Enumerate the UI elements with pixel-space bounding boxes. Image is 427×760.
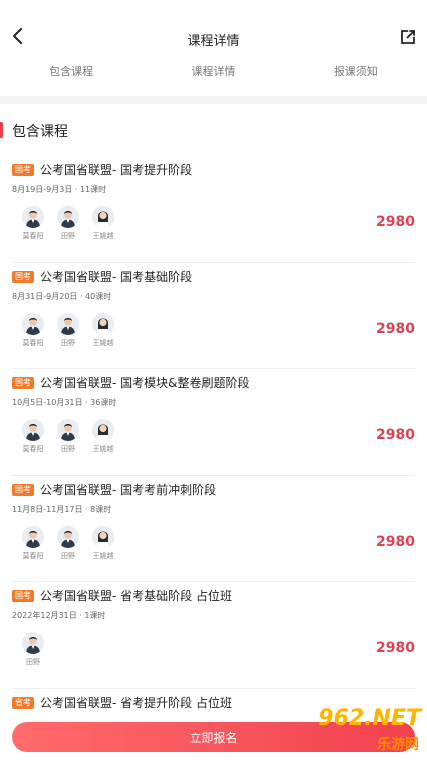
course-title: 公考国省联盟- 国考考前冲刺阶段 bbox=[40, 482, 217, 497]
course-title: 公考国省联盟- 省考提升阶段 占位班 bbox=[40, 695, 232, 710]
avatar bbox=[22, 419, 44, 441]
teacher[interactable]: 田野 bbox=[16, 632, 50, 667]
course-item[interactable]: 国考 公考国省联盟- 国考考前冲刺阶段 11月8日-11月17日 · 8课时莫春阳 田… bbox=[12, 476, 415, 582]
avatar bbox=[57, 312, 79, 335]
teacher-name: 田野 bbox=[61, 445, 75, 453]
teacher[interactable]: 莫春阳 bbox=[16, 206, 50, 241]
tab-enrollment-notes[interactable]: 报课须知 bbox=[285, 63, 427, 79]
avatar bbox=[22, 525, 44, 548]
teacher-list: 莫春阳 田野 王姚越 bbox=[16, 525, 121, 561]
page-title: 课程详情 bbox=[187, 34, 240, 49]
tab-included-courses[interactable]: 包含课程 bbox=[0, 63, 142, 79]
avatar bbox=[22, 206, 44, 228]
course-list: 国考 公考国省联盟- 国考提升阶段 8月19日-9月3日 · 11课时 莫春阳 田野 王姚… bbox=[0, 156, 427, 760]
avatar bbox=[22, 312, 44, 335]
course-item[interactable]: 国考 公考国省联盟- 国考基础阶段 8月31日-9月20日 · 40课时莫春阳 田野 王… bbox=[12, 263, 415, 369]
course-schedule: 2022年12月31日 · 1课时 bbox=[12, 611, 106, 620]
watermark-main: 962.NET bbox=[318, 706, 421, 731]
avatar bbox=[92, 419, 114, 441]
header: 课程详情 bbox=[0, 0, 427, 52]
avatar bbox=[92, 206, 114, 228]
teacher[interactable]: 田野 bbox=[51, 525, 85, 561]
course-type-badge: 省考 bbox=[12, 696, 34, 709]
avatar bbox=[57, 419, 79, 441]
course-title: 公考国省联盟- 省考基础阶段 占位班 bbox=[40, 589, 232, 603]
course-title: 公考国省联盟- 国考模块&整卷刷题阶段 bbox=[40, 376, 250, 390]
course-title: 公考国省联盟- 国考基础阶段 bbox=[40, 269, 193, 284]
teacher-name: 王姚越 bbox=[92, 232, 114, 240]
course-schedule: 8月19日-9月3日 · 11课时 bbox=[12, 185, 107, 194]
avatar bbox=[22, 632, 44, 654]
section-title: 包含课程 bbox=[12, 124, 68, 140]
teacher-name: 莫春阳 bbox=[22, 232, 44, 240]
course-type-badge: 国考 bbox=[12, 377, 34, 389]
course-item[interactable]: 国考 公考国省联盟- 国考模块&整卷刷题阶段 10月5日-10月31日 · 36课时… bbox=[12, 369, 415, 476]
course-price: 2980 bbox=[376, 533, 415, 550]
teacher[interactable]: 王姚越 bbox=[86, 206, 120, 241]
watermark-sub: 乐游网 bbox=[377, 737, 419, 753]
avatar bbox=[57, 525, 79, 548]
teacher-name: 田野 bbox=[26, 658, 40, 666]
teacher[interactable]: 王姚越 bbox=[86, 312, 120, 348]
teacher-name: 王姚越 bbox=[92, 338, 114, 347]
teacher[interactable]: 田野 bbox=[51, 312, 85, 348]
teacher-list: 莫春阳 田野 王姚越 bbox=[16, 419, 121, 454]
teacher-name: 王姚越 bbox=[92, 445, 114, 453]
teacher-list: 莫春阳 田野 王姚越 bbox=[16, 206, 121, 241]
section-accent-bar bbox=[0, 122, 3, 138]
course-price: 2980 bbox=[376, 427, 415, 443]
teacher[interactable]: 田野 bbox=[51, 419, 85, 454]
course-schedule: 10月5日-10月31日 · 36课时 bbox=[12, 398, 117, 407]
section-header: 包含课程 bbox=[0, 104, 427, 156]
teacher-name: 田野 bbox=[61, 232, 75, 240]
course-schedule: 11月8日-11月17日 · 8课时 bbox=[12, 504, 112, 514]
course-title: 公考国省联盟- 国考提升阶段 bbox=[40, 163, 193, 177]
course-item[interactable]: 国考 公考国省联盟- 国考提升阶段 8月19日-9月3日 · 11课时莫春阳 田野 王姚… bbox=[12, 156, 415, 263]
teacher[interactable]: 莫春阳 bbox=[16, 419, 50, 454]
teacher-name: 田野 bbox=[61, 338, 75, 347]
course-schedule: 8月31日-9月20日 · 40课时 bbox=[12, 291, 112, 301]
course-price: 2980 bbox=[376, 320, 415, 337]
avatar bbox=[92, 525, 114, 548]
tab-bar: 包含课程 课程详情 报课须知 bbox=[0, 52, 427, 90]
teacher-list: 莫春阳 田野 王姚越 bbox=[16, 312, 121, 348]
teacher-name: 莫春阳 bbox=[22, 338, 44, 347]
teacher-name: 田野 bbox=[61, 551, 75, 560]
course-type-badge: 国考 bbox=[12, 483, 34, 496]
tab-course-details[interactable]: 课程详情 bbox=[142, 63, 284, 79]
course-type-badge: 国考 bbox=[12, 270, 34, 283]
teacher[interactable]: 田野 bbox=[51, 206, 85, 241]
teacher[interactable]: 王姚越 bbox=[86, 525, 120, 561]
course-detail-page: 课程详情 包含课程 课程详情 报课须知 包含课程 国考 公考国省联盟- 国考提升阶… bbox=[0, 0, 427, 760]
avatar bbox=[57, 206, 79, 228]
course-price: 2980 bbox=[376, 640, 415, 656]
teacher-list: 田野 bbox=[16, 632, 51, 667]
course-price: 2980 bbox=[376, 214, 415, 230]
share-external-icon[interactable] bbox=[399, 28, 417, 46]
teacher[interactable]: 莫春阳 bbox=[16, 525, 50, 561]
teacher-name: 莫春阳 bbox=[22, 445, 44, 453]
course-type-badge: 国考 bbox=[12, 590, 34, 602]
course-type-badge: 国考 bbox=[12, 164, 34, 176]
teacher-name: 王姚越 bbox=[92, 551, 114, 560]
teacher[interactable]: 莫春阳 bbox=[16, 312, 50, 348]
watermark-logo: 962.NET 乐游网 bbox=[295, 706, 423, 756]
teacher-name: 莫春阳 bbox=[22, 551, 44, 560]
section-divider bbox=[0, 96, 427, 104]
avatar bbox=[92, 312, 114, 335]
teacher[interactable]: 王姚越 bbox=[86, 419, 120, 454]
course-item[interactable]: 国考 公考国省联盟- 省考基础阶段 占位班 2022年12月31日 · 1课时田野 2… bbox=[12, 582, 415, 689]
